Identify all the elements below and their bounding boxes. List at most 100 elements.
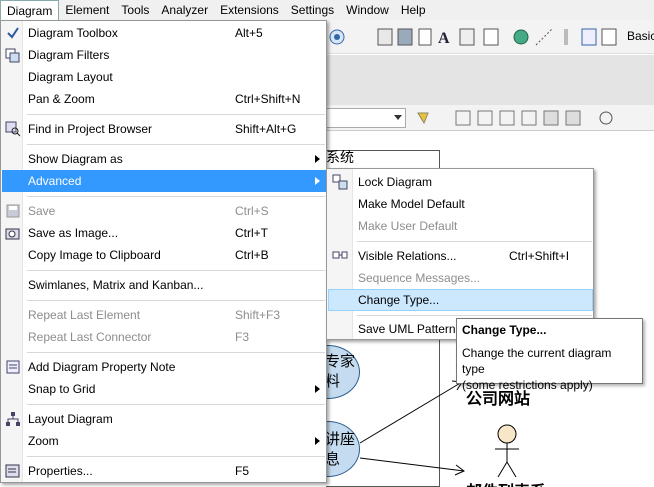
menu-item-label: Diagram Layout: [28, 70, 113, 84]
menu-item-properties[interactable]: Properties... F5: [2, 460, 326, 482]
menu-item-repeat-last-connector[interactable]: Repeat Last Connector F3: [2, 326, 326, 348]
table-icon[interactable]: [459, 28, 475, 46]
submenu-arrow-icon: [315, 385, 320, 393]
page-icon[interactable]: [377, 28, 393, 46]
menu-item-shortcut: Ctrl+B: [235, 248, 269, 262]
menu-bar: Diagram Element Tools Analyzer Extension…: [0, 0, 654, 21]
association-line-1[interactable]: [359, 381, 463, 444]
menu-help[interactable]: Help: [395, 0, 432, 20]
submenu-item-label: Make User Default: [358, 219, 458, 233]
menu-item-label: Zoom: [28, 434, 59, 448]
tab-strip: [326, 55, 654, 105]
submenu-item-make-model-default[interactable]: Make Model Default: [328, 193, 593, 215]
submenu-item-sequence-messages[interactable]: Sequence Messages...: [328, 267, 593, 289]
save-icon: [5, 203, 21, 219]
document-icon[interactable]: [418, 28, 432, 46]
submenu-separator: [357, 315, 592, 316]
menu-item-save[interactable]: Save Ctrl+S: [2, 200, 326, 222]
submenu-arrow-icon: [315, 437, 320, 445]
align-left-icon[interactable]: [455, 110, 471, 126]
connector-icon[interactable]: [535, 28, 553, 46]
menu-extensions[interactable]: Extensions: [214, 0, 285, 20]
submenu-item-make-user-default[interactable]: Make User Default: [328, 215, 593, 237]
layout-tree-icon[interactable]: [599, 111, 613, 125]
menu-item-shortcut: Ctrl+Shift+N: [235, 92, 301, 106]
menu-separator: [27, 114, 325, 115]
menu-item-copy-image[interactable]: Copy Image to Clipboard Ctrl+B: [2, 244, 326, 266]
change-type-tooltip: Change Type... Change the current diagra…: [456, 318, 643, 392]
menu-item-label: Snap to Grid: [28, 382, 96, 396]
submenu-item-change-type[interactable]: Change Type...: [328, 289, 593, 311]
pen-icon[interactable]: [417, 112, 429, 125]
menu-item-swimlanes[interactable]: Swimlanes, Matrix and Kanban...: [2, 274, 326, 296]
menu-item-add-property-note[interactable]: Add Diagram Property Note: [2, 356, 326, 378]
diagram-toolbar-icons: [417, 110, 613, 126]
menu-window[interactable]: Window: [340, 0, 395, 20]
menu-separator: [27, 270, 325, 271]
menu-item-pan-zoom[interactable]: Pan & Zoom Ctrl+Shift+N: [2, 88, 326, 110]
submenu-item-label: Change Type...: [358, 293, 440, 307]
menu-item-shortcut: F3: [235, 330, 250, 344]
actor-icon[interactable]: [495, 424, 519, 478]
same-width-icon[interactable]: [565, 110, 581, 126]
image-icon[interactable]: [397, 28, 413, 46]
submenu-item-shortcut: Ctrl+Shift+I: [509, 249, 570, 263]
properties-icon: [5, 463, 21, 479]
menu-separator: [27, 456, 325, 457]
submenu-item-visible-relations[interactable]: Visible Relations... Ctrl+Shift+I: [328, 245, 593, 267]
menu-item-layout-diagram[interactable]: Layout Diagram: [2, 408, 326, 430]
submenu-item-label: Lock Diagram: [358, 175, 433, 189]
menu-item-find-in-project-browser[interactable]: Find in Project Browser Shift+Alt+G: [2, 118, 326, 140]
grid-icon[interactable]: [601, 28, 617, 46]
association-line-2[interactable]: [359, 457, 465, 472]
align-center-icon[interactable]: [477, 110, 493, 126]
same-size-icon[interactable]: [543, 110, 559, 126]
menu-item-shortcut: Ctrl+S: [235, 204, 269, 218]
menu-analyzer[interactable]: Analyzer: [155, 0, 214, 20]
menu-item-label: Copy Image to Clipboard: [28, 248, 161, 262]
submenu-arrow-icon: [315, 177, 320, 185]
find-icon: [5, 121, 21, 137]
submenu-separator: [357, 241, 592, 242]
menu-item-zoom[interactable]: Zoom: [2, 430, 326, 452]
menu-item-repeat-last-element[interactable]: Repeat Last Element Shift+F3: [2, 304, 326, 326]
tooltip-body-line2: (some restrictions apply): [462, 378, 593, 392]
menu-item-snap-to-grid[interactable]: Snap to Grid: [2, 378, 326, 400]
menu-item-label: Layout Diagram: [28, 412, 113, 426]
menu-item-advanced[interactable]: Advanced: [2, 170, 326, 192]
menu-item-label: Advanced: [28, 174, 82, 188]
menu-item-label: Properties...: [28, 464, 93, 478]
menu-item-shortcut: Alt+5: [235, 26, 263, 40]
toolbar-overflow-icon[interactable]: [564, 29, 568, 45]
camera-icon: [5, 225, 21, 241]
menu-item-label: Repeat Last Connector: [28, 330, 152, 344]
menu-item-label: Show Diagram as: [28, 152, 123, 166]
submenu-item-lock-diagram[interactable]: Lock Diagram: [328, 171, 593, 193]
window-icon[interactable]: [581, 28, 597, 46]
actor-mailing-list-label: 邮件列表系: [466, 478, 546, 487]
main-toolbar: A Basic: [326, 20, 654, 54]
filter-icon: [5, 47, 21, 63]
menu-item-diagram-filters[interactable]: Diagram Filters: [2, 44, 326, 66]
layout-icon: [5, 411, 21, 427]
check-icon: [5, 25, 21, 41]
menu-item-shortcut: Shift+F3: [235, 308, 281, 322]
align-top-icon[interactable]: [521, 110, 537, 126]
diagram-toolbar: [326, 105, 654, 131]
menu-diagram[interactable]: Diagram: [0, 0, 60, 21]
text-icon[interactable]: A: [438, 30, 450, 47]
globe-icon[interactable]: [513, 29, 529, 45]
menu-item-diagram-toolbox[interactable]: Diagram Toolbox Alt+5: [2, 22, 326, 44]
menu-settings[interactable]: Settings: [285, 0, 340, 20]
menu-item-diagram-layout[interactable]: Diagram Layout: [2, 66, 326, 88]
align-right-icon[interactable]: [499, 110, 515, 126]
menu-tools[interactable]: Tools: [115, 0, 155, 20]
note-icon: [5, 359, 21, 375]
menu-item-show-diagram-as[interactable]: Show Diagram as: [2, 148, 326, 170]
menu-item-label: Swimlanes, Matrix and Kanban...: [28, 278, 204, 292]
menu-element[interactable]: Element: [59, 0, 115, 20]
menu-item-save-as-image[interactable]: Save as Image... Ctrl+T: [2, 222, 326, 244]
perspective-label[interactable]: Basic: [627, 29, 654, 43]
list-icon[interactable]: [483, 28, 499, 46]
menu-item-label: Pan & Zoom: [28, 92, 95, 106]
